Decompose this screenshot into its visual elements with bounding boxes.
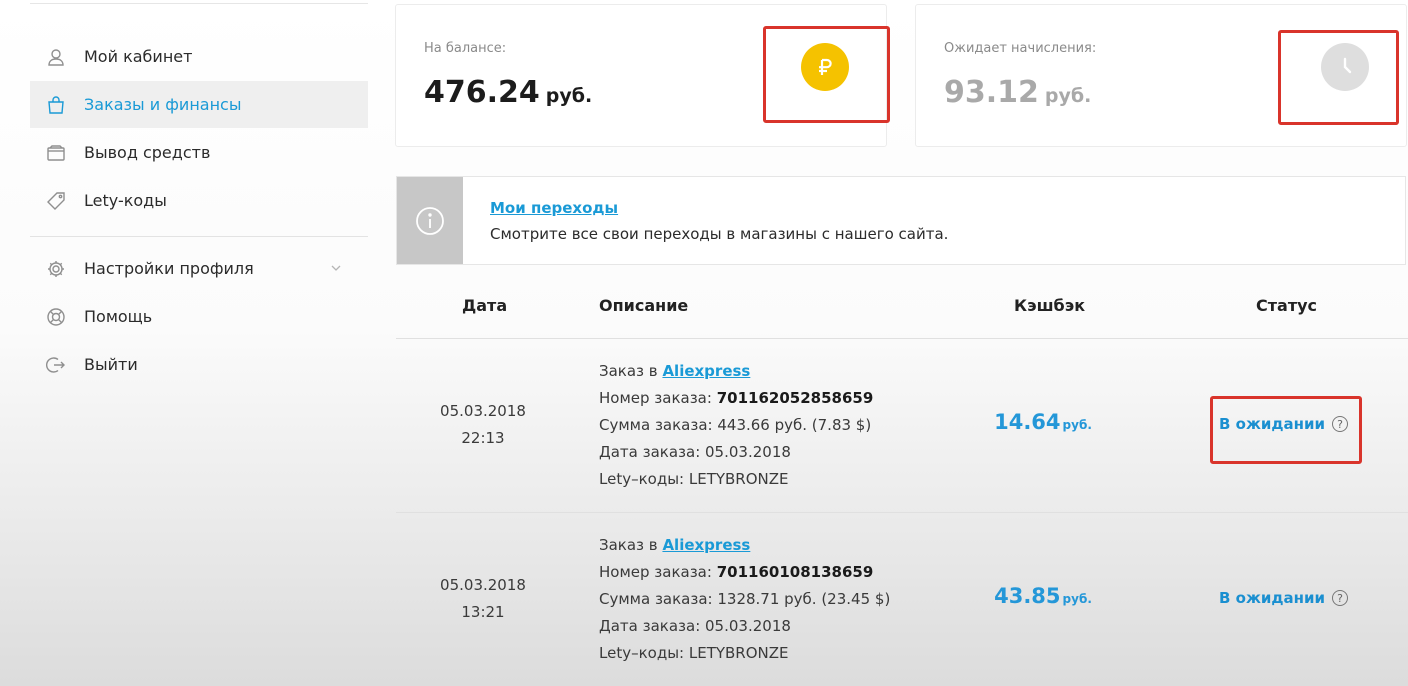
order-sum-line: Сумма заказа: 1328.71 руб. (23.45 $) (599, 590, 891, 608)
pending-amount: 93.12 руб. (944, 75, 1092, 110)
help-question-icon[interactable]: ? (1332, 590, 1349, 606)
order-date: 05.03.2018 (440, 402, 526, 420)
order-date: 05.03.2018 (440, 576, 526, 594)
sidebar-item-label: Заказы и финансы (84, 95, 242, 114)
order-time: 22:13 (461, 429, 505, 447)
lifebuoy-icon (45, 306, 67, 328)
chevron-down-icon[interactable] (330, 259, 342, 278)
sidebar-item-label: Мой кабинет (84, 47, 193, 66)
store-link[interactable]: Aliexpress (662, 362, 750, 380)
logout-icon (45, 354, 67, 376)
order-description: Заказ в Aliexpress Номер заказа: 7011601… (599, 532, 890, 667)
sidebar-item-orders-finance[interactable]: Заказы и финансы (30, 81, 368, 128)
order-codes-line: Lety–коды: LETYBRONZE (599, 644, 789, 662)
sidebar-divider-top (30, 3, 368, 4)
column-header-status: Статус (1256, 296, 1317, 315)
order-time: 13:21 (461, 603, 505, 621)
wallet-icon (45, 142, 67, 164)
order-number-line: Номер заказа: 701162052858659 (599, 389, 874, 407)
order-date-line: Дата заказа: 05.03.2018 (599, 443, 791, 461)
order-number-line: Номер заказа: 701160108138659 (599, 563, 874, 581)
column-header-description: Описание (599, 296, 689, 315)
sidebar-item-logout[interactable]: Выйти (30, 341, 368, 388)
order-store-line: Заказ в Aliexpress (599, 536, 751, 554)
sidebar-item-label: Настройки профиля (84, 259, 254, 278)
sidebar-item-label: Вывод средств (84, 143, 211, 162)
transitions-banner: Мои переходы Смотрите все свои переходы … (396, 176, 1406, 265)
sidebar-item-withdraw[interactable]: Вывод средств (30, 129, 368, 176)
sidebar-item-help[interactable]: Помощь (30, 293, 368, 340)
shopping-bag-icon (45, 94, 67, 116)
sidebar-item-label: Lety-коды (84, 191, 167, 210)
highlight-frame (1278, 30, 1399, 125)
tag-icon (45, 190, 67, 212)
order-description: Заказ в Aliexpress Номер заказа: 7011620… (599, 358, 873, 493)
user-icon (45, 46, 67, 68)
status-badge: В ожидании ? (1219, 589, 1349, 607)
column-header-date: Дата (462, 296, 508, 315)
banner-text: Смотрите все свои переходы в магазины с … (490, 225, 949, 243)
gear-icon (45, 258, 67, 280)
highlight-frame (763, 26, 890, 123)
cashback-amount: 43.85 руб. (994, 584, 1092, 608)
cashback-amount: 14.64 руб. (994, 410, 1092, 434)
info-icon (397, 177, 463, 264)
sidebar-divider (30, 236, 368, 237)
highlight-frame (1210, 396, 1362, 464)
sidebar-item-profile-settings[interactable]: Настройки профиля (30, 245, 368, 292)
order-store-line: Заказ в Aliexpress (599, 362, 751, 380)
sidebar-item-my-cabinet[interactable]: Мой кабинет (30, 33, 368, 80)
table-divider (396, 338, 1408, 339)
sidebar-item-lety-codes[interactable]: Lety-коды (30, 177, 368, 224)
order-codes-line: Lety–коды: LETYBRONZE (599, 470, 789, 488)
balance-amount: 476.24 руб. (424, 75, 593, 110)
store-link[interactable]: Aliexpress (662, 536, 750, 554)
my-transitions-link[interactable]: Мои переходы (490, 199, 618, 217)
balance-label: На балансе: (424, 41, 507, 56)
order-datetime: 05.03.2018 13:21 (393, 572, 573, 626)
order-date-line: Дата заказа: 05.03.2018 (599, 617, 791, 635)
pending-label: Ожидает начисления: (944, 41, 1097, 56)
sidebar-item-label: Помощь (84, 307, 153, 326)
order-sum-line: Сумма заказа: 443.66 руб. (7.83 $) (599, 416, 872, 434)
table-divider (396, 512, 1408, 513)
sidebar-item-label: Выйти (84, 355, 138, 374)
column-header-cashback: Кэшбэк (1014, 296, 1086, 315)
order-datetime: 05.03.2018 22:13 (393, 398, 573, 452)
